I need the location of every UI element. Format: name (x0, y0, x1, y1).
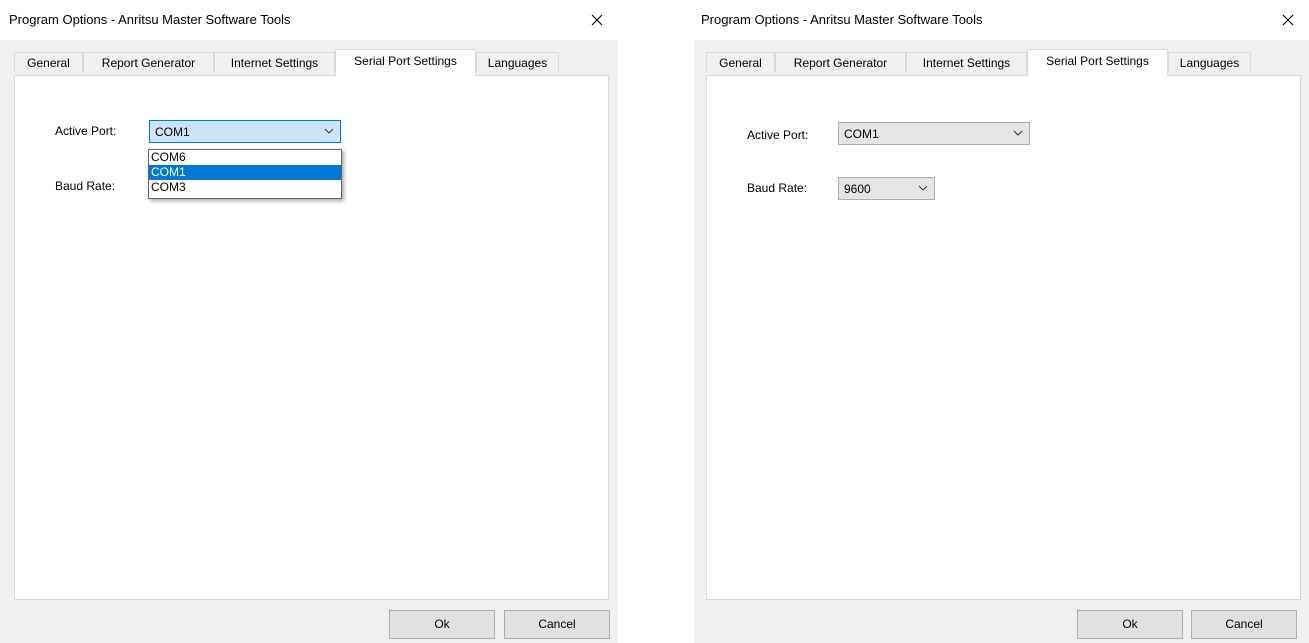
tab-internet-settings[interactable]: Internet Settings (906, 52, 1027, 72)
program-options-dialog-left: Program Options - Anritsu Master Softwar… (0, 0, 618, 643)
active-port-combobox[interactable]: COM1 (838, 122, 1030, 145)
close-button[interactable] (1275, 8, 1301, 34)
tab-report-generator[interactable]: Report Generator (775, 52, 906, 72)
tab-report-generator[interactable]: Report Generator (83, 52, 214, 72)
ok-button[interactable]: Ok (1077, 610, 1183, 639)
chevron-down-icon (1013, 130, 1023, 137)
active-port-combobox[interactable]: COM1 (149, 120, 341, 143)
title-bar: Program Options - Anritsu Master Softwar… (0, 0, 618, 40)
tab-general[interactable]: General (706, 52, 775, 72)
port-option-com3[interactable]: COM3 (149, 180, 341, 195)
window-title: Program Options - Anritsu Master Softwar… (701, 12, 983, 27)
window-title: Program Options - Anritsu Master Softwar… (9, 12, 291, 27)
port-option-com1[interactable]: COM1 (149, 165, 341, 180)
baud-rate-combobox[interactable]: 9600 (838, 177, 935, 200)
active-port-value: COM1 (155, 125, 190, 139)
baud-rate-label: Baud Rate: (55, 179, 116, 193)
active-port-label: Active Port: (747, 128, 809, 142)
active-port-dropdown-list: COM6 COM1 COM3 (148, 149, 342, 199)
serial-port-settings-panel: Active Port: COM1 Baud Rate: COM6 COM1 C… (14, 75, 609, 600)
tab-serial-port-settings[interactable]: Serial Port Settings (335, 49, 476, 76)
tab-languages[interactable]: Languages (476, 52, 559, 72)
ok-button[interactable]: Ok (389, 610, 495, 639)
tab-languages[interactable]: Languages (1168, 52, 1251, 72)
port-option-com6[interactable]: COM6 (149, 150, 341, 165)
chevron-down-icon (918, 185, 928, 192)
close-button[interactable] (584, 8, 610, 34)
active-port-value: COM1 (844, 127, 879, 141)
baud-rate-value: 9600 (844, 182, 871, 196)
program-options-dialog-right: Program Options - Anritsu Master Softwar… (694, 0, 1309, 643)
tab-internet-settings[interactable]: Internet Settings (214, 52, 335, 72)
close-icon (591, 14, 603, 29)
title-bar: Program Options - Anritsu Master Softwar… (694, 0, 1309, 40)
cancel-button[interactable]: Cancel (504, 610, 610, 639)
serial-port-settings-panel: Active Port: COM1 Baud Rate: 9600 (706, 75, 1301, 600)
active-port-label: Active Port: (55, 124, 117, 138)
tab-serial-port-settings[interactable]: Serial Port Settings (1027, 49, 1168, 76)
close-icon (1282, 14, 1294, 29)
cancel-button[interactable]: Cancel (1191, 610, 1297, 639)
chevron-down-icon (324, 128, 334, 135)
tab-general[interactable]: General (14, 52, 83, 72)
baud-rate-label: Baud Rate: (747, 181, 808, 195)
